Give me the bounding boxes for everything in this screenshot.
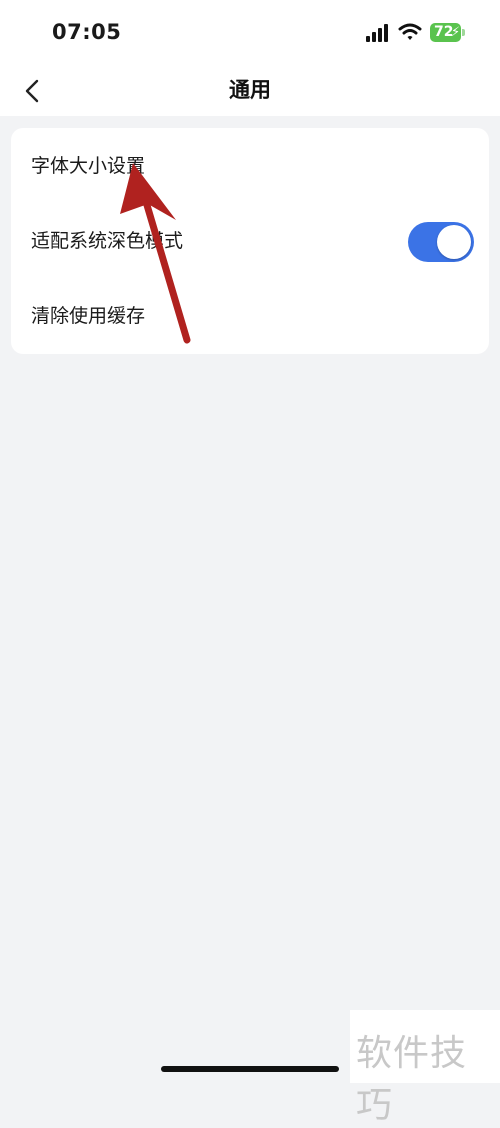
wifi-icon [398, 23, 422, 40]
watermark: 软件技巧 [350, 1010, 500, 1126]
setting-label: 字体大小设置 [31, 155, 146, 177]
battery-tip [462, 29, 465, 36]
dark-mode-toggle[interactable] [408, 222, 474, 262]
signal-icon [366, 24, 388, 42]
charging-bolt-icon: ⚡ [451, 25, 461, 40]
status-time: 07:05 [52, 20, 122, 44]
settings-item-clear-cache[interactable]: 清除使用缓存 [11, 278, 489, 354]
home-indicator [161, 1066, 339, 1072]
toggle-knob [437, 225, 471, 259]
battery-icon: 72 ⚡ [430, 23, 466, 42]
setting-label: 适配系统深色模式 [31, 230, 184, 252]
settings-item-font-size[interactable]: 字体大小设置 [11, 128, 489, 204]
settings-item-dark-mode[interactable]: 适配系统深色模式 [11, 203, 489, 279]
setting-label: 清除使用缓存 [31, 305, 146, 327]
status-bar: 07:05 72 ⚡ [0, 0, 500, 62]
page-title: 通用 [229, 78, 271, 102]
settings-card: 字体大小设置 适配系统深色模式 清除使用缓存 [11, 128, 489, 354]
nav-bar: 通用 [0, 62, 500, 116]
watermark-text: 软件技巧 [356, 1033, 468, 1126]
